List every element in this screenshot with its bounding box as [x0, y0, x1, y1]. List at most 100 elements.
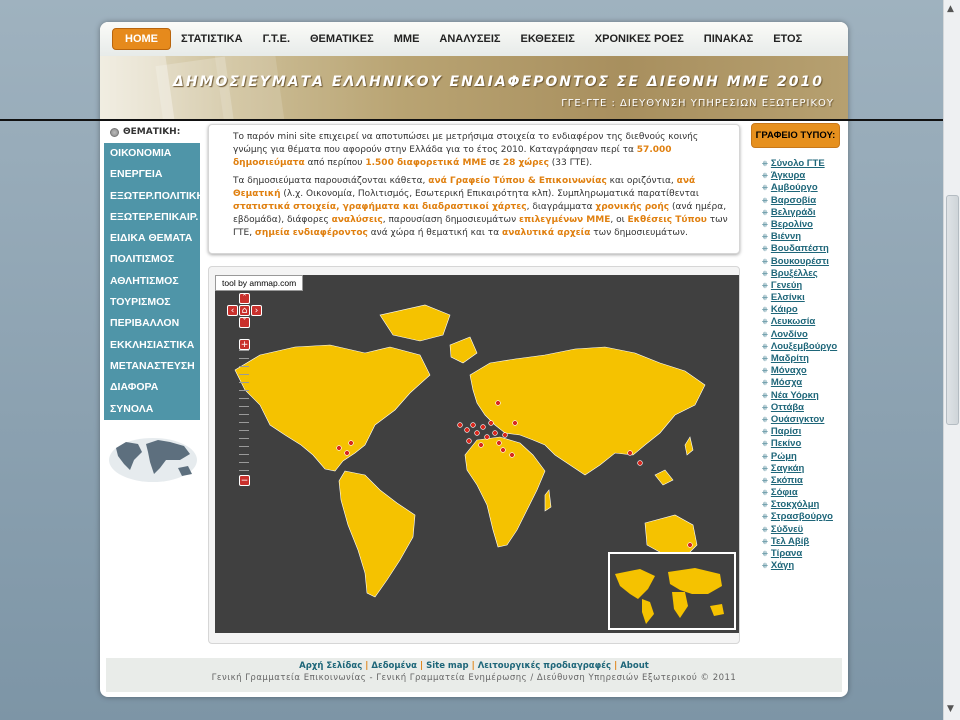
main-content: Το παρόν mini site επιχειρεί να αποτυπώσ…: [208, 124, 740, 644]
browser-scrollbar[interactable]: ▲ ▼: [943, 0, 960, 720]
press-office-item-7[interactable]: Βουδαπέστη: [762, 243, 848, 255]
press-office-item-29[interactable]: Στρασβούργο: [762, 511, 848, 523]
pan-right-icon[interactable]: ›: [251, 305, 262, 316]
overview-minimap[interactable]: [608, 552, 736, 630]
thematic-item-4[interactable]: ΕΙΔΙΚΑ ΘΕΜΑΤΑ: [104, 228, 200, 249]
press-office-item-33[interactable]: Χάγη: [762, 560, 848, 572]
nav-item-9[interactable]: ΕΤΟΣ: [763, 29, 812, 49]
nav-item-6[interactable]: ΕΚΘΕΣΕΙΣ: [511, 29, 585, 49]
press-office-item-24[interactable]: Ρώμη: [762, 451, 848, 463]
footer-link-1[interactable]: Δεδομένα: [371, 661, 417, 671]
ammap-credit[interactable]: tool by ammap.com: [215, 275, 304, 291]
press-office-item-5[interactable]: Βερολίνο: [762, 219, 848, 231]
zoom-out-icon[interactable]: −: [239, 475, 250, 486]
zoom-slider[interactable]: [239, 350, 251, 480]
nav-item-4[interactable]: ΜΜΕ: [384, 29, 430, 49]
intro-paragraph-1: Το παρόν mini site επιχειρεί να αποτυπώσ…: [233, 132, 699, 168]
scroll-up-arrow-icon[interactable]: ▲: [947, 4, 954, 14]
pan-left-icon[interactable]: ‹: [227, 305, 238, 316]
thematic-item-6[interactable]: ΑΘΛΗΤΙΣΜΟΣ: [104, 271, 200, 292]
press-office-item-0[interactable]: Σύνολο ΓΤΕ: [762, 158, 848, 170]
press-office-item-9[interactable]: Βρυξέλλες: [762, 268, 848, 280]
nav-item-2[interactable]: Γ.Τ.Ε.: [253, 29, 300, 49]
footer-separator: |: [614, 661, 618, 671]
thematic-item-3[interactable]: ΕΞΩΤΕΡ.ΕΠΙΚΑΙΡ.: [104, 207, 200, 228]
thematic-item-8[interactable]: ΠΕΡΙΒΑΛΛΟΝ: [104, 313, 200, 334]
press-office-item-20[interactable]: Οττάβα: [762, 402, 848, 414]
press-office-item-6[interactable]: Βιέννη: [762, 231, 848, 243]
press-office-item-17[interactable]: Μόναχο: [762, 365, 848, 377]
header-banner: ΔΗΜΟΣΙΕΥΜΑΤΑ ΕΛΛΗΝΙΚΟΥ ΕΝΔΙΑΦΕΡΟΝΤΟΣ ΣΕ …: [100, 56, 848, 120]
press-office-item-27[interactable]: Σόφια: [762, 487, 848, 499]
footer-copyright: Γενική Γραμματεία Επικοινωνίας - Γενική …: [211, 673, 737, 683]
scroll-down-arrow-icon[interactable]: ▼: [947, 704, 954, 714]
press-office-item-16[interactable]: Μαδρίτη: [762, 353, 848, 365]
press-office-item-12[interactable]: Κάιρο: [762, 304, 848, 316]
thematic-item-7[interactable]: ΤΟΥΡΙΣΜΟΣ: [104, 292, 200, 313]
press-office-item-21[interactable]: Ουάσιγκτον: [762, 414, 848, 426]
thematic-item-5[interactable]: ΠΟΛΙΤΙΣΜΟΣ: [104, 249, 200, 270]
press-office-list: Σύνολο ΓΤΕΆγκυραΑμβούργοΒαρσοβίαΒελιγράδ…: [750, 158, 848, 572]
statistics-link[interactable]: στατιστικά στοιχεία, γραφήματα και διαδρ…: [233, 202, 527, 212]
press-office-item-22[interactable]: Παρίσι: [762, 426, 848, 438]
footer-link-2[interactable]: Site map: [426, 661, 469, 671]
press-office-item-23[interactable]: Πεκίνο: [762, 438, 848, 450]
top-navigation: HOME ΣΤΑΤΙΣΤΙΚΑ Γ.Τ.Ε. ΘΕΜΑΤΙΚΕΣ ΜΜΕ ΑΝΑΛΥΣΕΙ…: [100, 22, 848, 56]
nav-item-7[interactable]: ΧΡΟΝΙΚΕΣ ΡΟΕΣ: [585, 29, 694, 49]
press-office-item-18[interactable]: Μόσχα: [762, 377, 848, 389]
home-icon[interactable]: ⌂: [239, 305, 250, 316]
press-office-item-4[interactable]: Βελιγράδι: [762, 207, 848, 219]
press-office-item-28[interactable]: Στοκχόλμη: [762, 499, 848, 511]
press-office-link[interactable]: ανά Γραφείο Τύπου & Επικοινωνίας: [428, 176, 607, 186]
thematic-item-2[interactable]: ΕΞΩΤΕΡ.ΠΟΛΙΤΙΚΗ: [104, 186, 200, 207]
radio-bullet-icon: [110, 127, 119, 137]
thematic-heading: ΘΕΜΑΤΙΚΗ:: [104, 123, 201, 141]
analyses-link[interactable]: αναλύσεις: [332, 215, 383, 225]
pan-up-icon[interactable]: ˆ: [239, 293, 250, 304]
thematic-sidebar: ΘΕΜΑΤΙΚΗ: ΟΙΚΟΝΟΜΙΑ ΕΝΕΡΓΕΙΑ ΕΞΩΤΕΡ.ΠΟΛΙΤΙ…: [104, 123, 201, 494]
nav-item-0[interactable]: HOME: [112, 28, 171, 50]
timeline-link[interactable]: χρονικής ροής: [595, 202, 669, 212]
press-office-item-15[interactable]: Λουξεμβούργο: [762, 341, 848, 353]
pan-down-icon[interactable]: ˇ: [239, 317, 250, 328]
press-office-item-13[interactable]: Λευκωσία: [762, 316, 848, 328]
press-office-item-11[interactable]: Ελσίνκι: [762, 292, 848, 304]
press-reports-link[interactable]: Εκθέσεις Τύπου: [628, 215, 707, 225]
nav-item-1[interactable]: ΣΤΑΤΙΣΤΙΚΑ: [171, 29, 253, 49]
press-office-item-3[interactable]: Βαρσοβία: [762, 195, 848, 207]
world-map[interactable]: tool by ammap.com ‹ ⌂ › ˆ ˇ + −: [215, 275, 739, 633]
press-office-item-25[interactable]: Σαγκάη: [762, 463, 848, 475]
footer-separator: |: [471, 661, 475, 671]
press-office-item-14[interactable]: Λονδίνο: [762, 329, 848, 341]
thematic-item-0[interactable]: ΟΙΚΟΝΟΜΙΑ: [104, 143, 200, 164]
thematic-item-12[interactable]: ΣΥΝΟΛΑ: [104, 399, 200, 420]
media-count-link[interactable]: 1.500 διαφορετικά ΜΜΕ: [365, 158, 486, 168]
footer-link-4[interactable]: About: [620, 661, 649, 671]
thematic-heading-label: ΘΕΜΑΤΙΚΗ:: [123, 127, 181, 137]
thematic-item-10[interactable]: ΜΕΤΑΝΑΣΤΕΥΣΗ: [104, 356, 200, 377]
points-of-interest-link[interactable]: σημεία ενδιαφέροντος: [255, 228, 368, 238]
press-office-item-32[interactable]: Τίρανα: [762, 548, 848, 560]
thematic-item-11[interactable]: ΔΙΑΦΟΡΑ: [104, 377, 200, 398]
thematic-item-1[interactable]: ΕΝΕΡΓΕΙΑ: [104, 164, 200, 185]
press-office-item-10[interactable]: Γενεύη: [762, 280, 848, 292]
selected-media-link[interactable]: επιλεγμένων ΜΜΕ: [519, 215, 610, 225]
press-office-item-30[interactable]: Σύδνεϋ: [762, 524, 848, 536]
detailed-files-link[interactable]: αναλυτικά αρχεία: [502, 228, 590, 238]
scrollbar-thumb[interactable]: [946, 195, 959, 425]
footer-link-0[interactable]: Αρχή Σελίδας: [299, 661, 362, 671]
nav-item-8[interactable]: ΠΙΝΑΚΑΣ: [694, 29, 763, 49]
press-office-item-19[interactable]: Νέα Υόρκη: [762, 390, 848, 402]
press-office-item-1[interactable]: Άγκυρα: [762, 170, 848, 182]
thematic-item-9[interactable]: ΕΚΚΛΗΣΙΑΣΤΙΚΑ: [104, 335, 200, 356]
nav-item-3[interactable]: ΘΕΜΑΤΙΚΕΣ: [300, 29, 384, 49]
footer-link-3[interactable]: Λειτουργικές προδιαγραφές: [478, 661, 611, 671]
countries-count-link[interactable]: 28 χώρες: [503, 158, 549, 168]
nav-item-5[interactable]: ΑΝΑΛΥΣΕΙΣ: [429, 29, 510, 49]
press-office-item-8[interactable]: Βουκουρέστι: [762, 256, 848, 268]
press-office-item-26[interactable]: Σκόπια: [762, 475, 848, 487]
press-office-item-2[interactable]: Αμβούργο: [762, 182, 848, 194]
press-office-item-31[interactable]: Τελ Αβίβ: [762, 536, 848, 548]
zoom-in-icon[interactable]: +: [239, 339, 250, 350]
world-thumbnail-icon: [108, 430, 201, 494]
